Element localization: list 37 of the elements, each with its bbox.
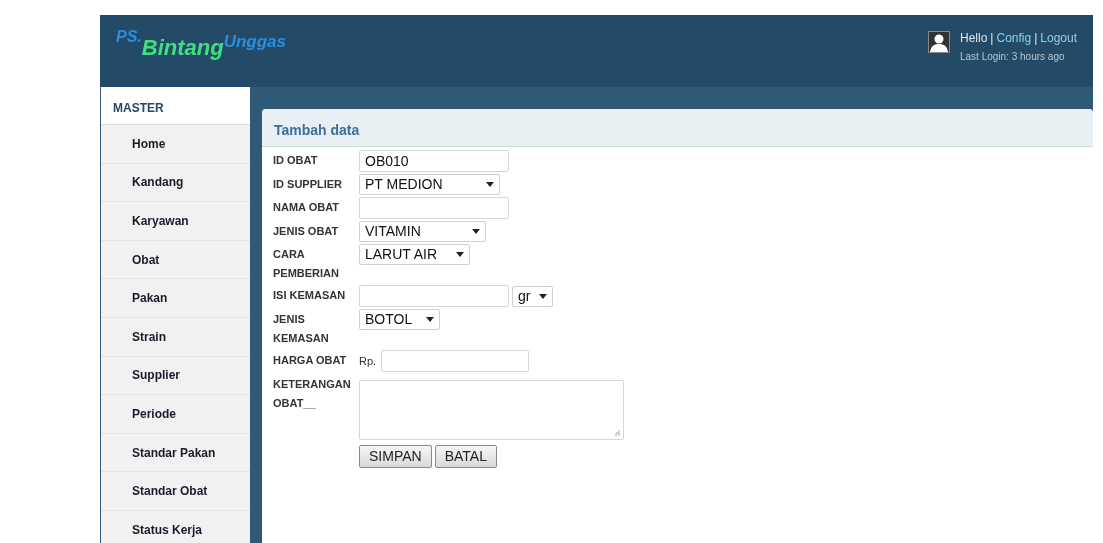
caret-icon [456, 252, 464, 257]
user-avatar-icon [928, 31, 950, 53]
text-field[interactable] [381, 350, 530, 372]
field-label: JENIS OBAT [273, 224, 340, 239]
caret-icon [472, 229, 480, 234]
separator-text: | [990, 31, 994, 46]
field-label: KETERANGAN OBAT__ [273, 377, 352, 411]
last-login-text: Last Login: 3 hours ago [960, 50, 1066, 64]
currency-prefix: Rp. [359, 353, 377, 369]
resize-handle-icon [614, 430, 620, 436]
select-field[interactable]: VITAMIN [359, 221, 486, 242]
textarea-field[interactable] [359, 380, 624, 440]
caret-icon [539, 293, 547, 299]
field-label: ISI KEMASAN [273, 288, 347, 303]
select-field[interactable]: LARUT AIR [359, 244, 470, 265]
panel-title: Tambah data [262, 109, 1093, 147]
sidebar-title: MASTER [101, 87, 250, 125]
caret-icon [426, 317, 434, 322]
select-field[interactable]: gr [512, 285, 553, 307]
header-link[interactable]: Logout [1040, 31, 1077, 46]
field-label: CARA PEMBERIAN [273, 247, 340, 281]
select-field[interactable]: BOTOL [359, 309, 440, 330]
field-label: JENIS KEMASAN [273, 312, 330, 346]
separator-text: | [1034, 31, 1038, 46]
field-label: HARGA OBAT [273, 353, 348, 368]
text-field[interactable] [359, 197, 509, 219]
text-field[interactable] [359, 285, 509, 307]
field-label: ID SUPPLIER [273, 177, 344, 192]
caret-icon [486, 182, 494, 187]
header-link[interactable]: Config [996, 31, 1032, 46]
greeting-text: Hello [960, 31, 988, 46]
select-field[interactable]: PT MEDION [359, 174, 500, 195]
form-button[interactable]: SIMPAN [359, 445, 432, 468]
field-label: NAMA OBAT [273, 200, 340, 215]
field-label: ID OBAT [273, 153, 319, 168]
form-button[interactable]: BATAL [434, 445, 497, 468]
text-field[interactable]: OB010 [359, 150, 509, 172]
